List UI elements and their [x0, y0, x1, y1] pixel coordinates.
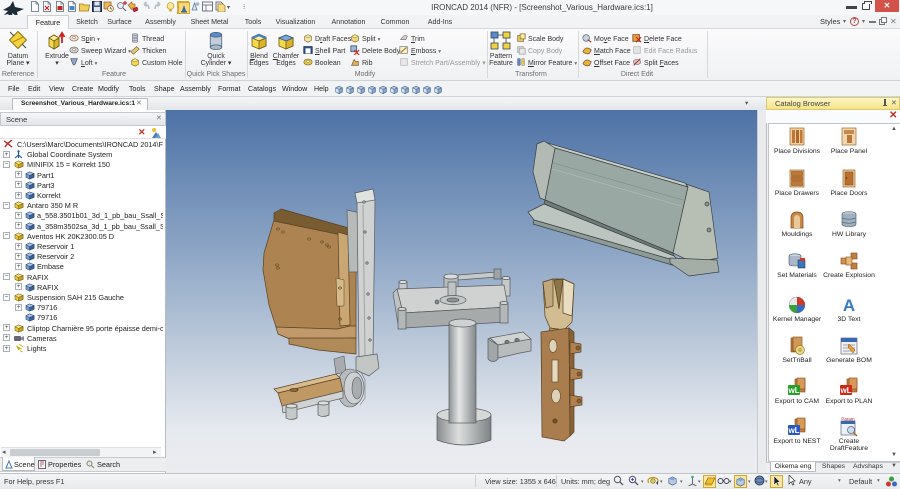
svg-text:wL: wL — [839, 386, 851, 395]
svg-text:A: A — [843, 296, 855, 315]
svg-text:Param: Param — [841, 417, 855, 422]
svg-text:wL: wL — [787, 386, 799, 395]
svg-text:wL: wL — [787, 426, 799, 435]
